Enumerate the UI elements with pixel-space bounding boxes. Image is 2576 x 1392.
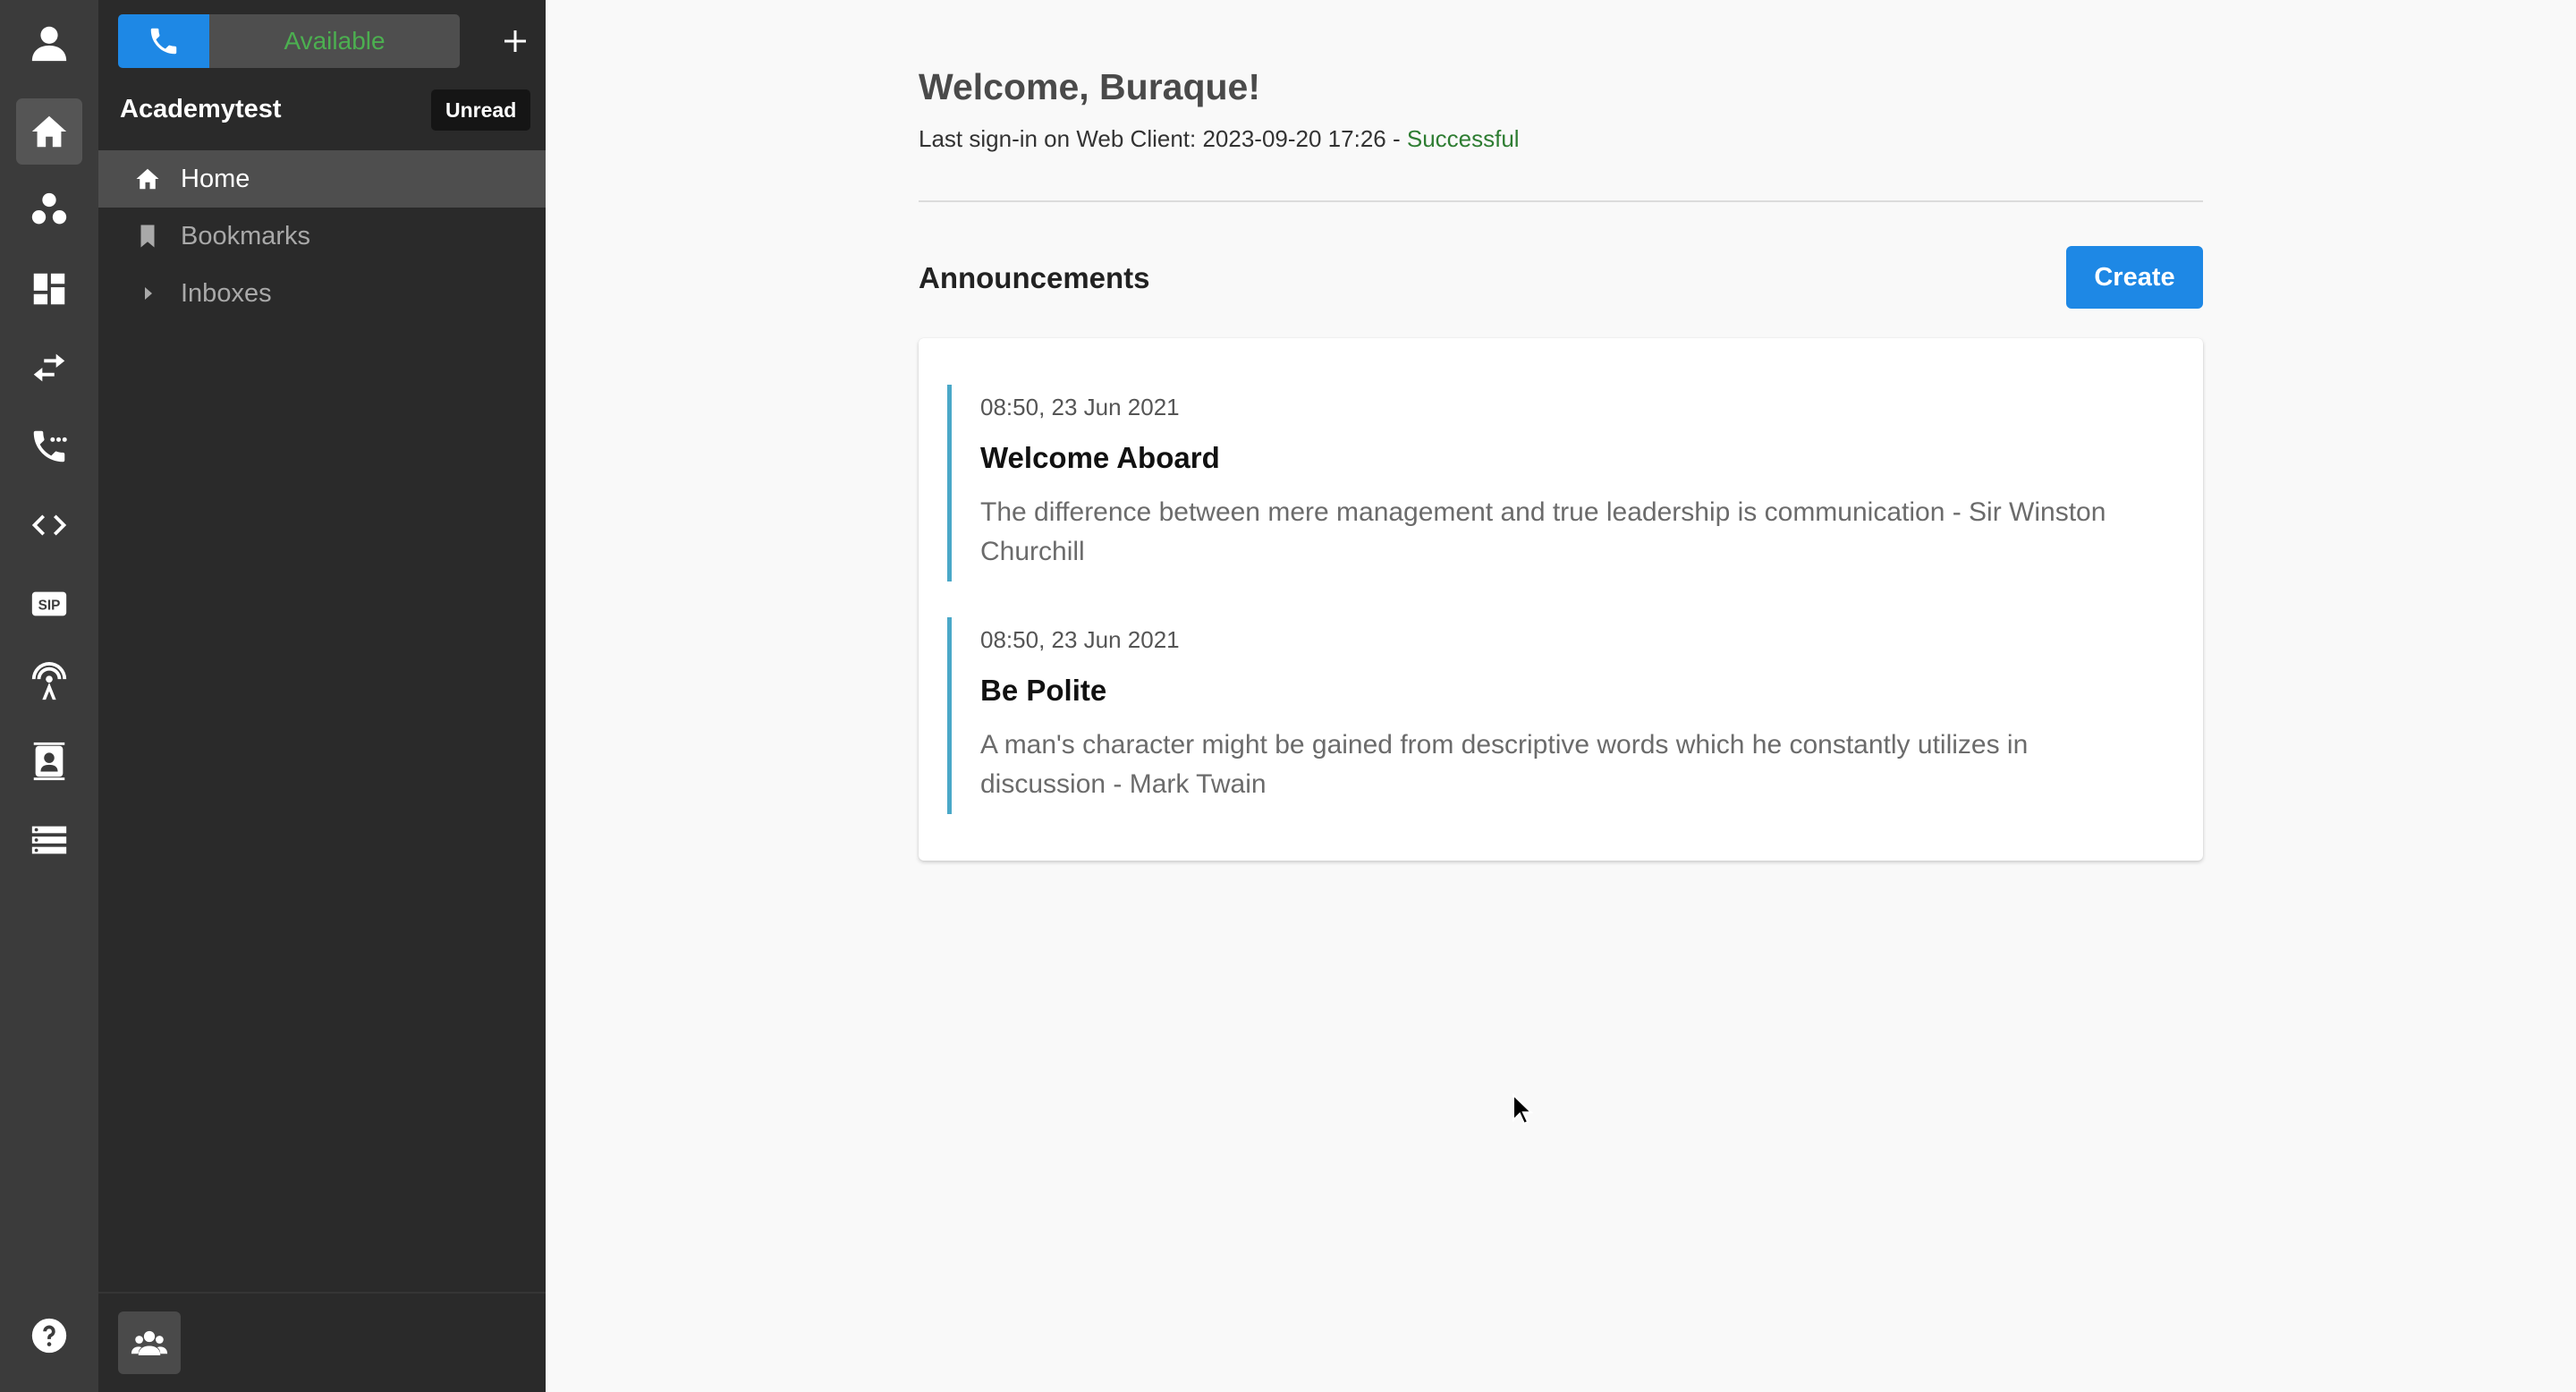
header-divider <box>919 200 2203 202</box>
rail-broadcast-button[interactable] <box>16 649 82 716</box>
announcement-item: 08:50, 23 Jun 2021 Welcome Aboard The di… <box>947 385 2173 581</box>
bookmark-icon <box>140 225 155 248</box>
last-signin-info: Last sign-in on Web Client: 2023-09-20 1… <box>919 125 1520 153</box>
add-button[interactable] <box>496 21 535 61</box>
availability-status[interactable]: Available <box>209 14 460 68</box>
create-announcement-button[interactable]: Create <box>2066 246 2203 309</box>
rail-transfer-button[interactable] <box>16 335 82 401</box>
help-icon <box>31 1318 67 1354</box>
sidebar-divider <box>98 1292 546 1294</box>
icon-rail: SIP <box>0 0 98 1392</box>
announcement-title: Be Polite <box>980 674 1107 707</box>
sidebar-item-label: Inboxes <box>181 278 272 308</box>
rail-directory-button[interactable] <box>16 728 82 794</box>
last-signin-text: Last sign-in on Web Client: 2023-09-20 1… <box>919 125 1407 152</box>
contacts-group-icon <box>31 192 67 225</box>
rail-sip-button[interactable]: SIP <box>16 571 82 637</box>
home-icon <box>31 115 67 148</box>
sidebar-item-inboxes[interactable]: Inboxes <box>98 265 546 322</box>
sidebar-item-label: Bookmarks <box>181 221 311 250</box>
rail-contacts-button[interactable] <box>16 177 82 243</box>
announcement-item: 08:50, 23 Jun 2021 Be Polite A man's cha… <box>947 617 2173 814</box>
broadcast-icon <box>31 662 67 700</box>
sidebar-item-home[interactable]: Home <box>98 150 546 208</box>
unread-filter-button[interactable]: Unread <box>431 89 531 131</box>
home-icon <box>136 168 159 190</box>
sip-icon: SIP <box>31 591 67 616</box>
swap-arrows-icon <box>33 353 65 382</box>
rail-home-button[interactable] <box>16 98 82 165</box>
plus-icon <box>504 30 526 52</box>
rail-code-button[interactable] <box>16 492 82 558</box>
phone-icon <box>150 28 177 55</box>
announcement-title: Welcome Aboard <box>980 441 1220 474</box>
status-control: Available <box>118 14 556 68</box>
announcements-card: 08:50, 23 Jun 2021 Welcome Aboard The di… <box>919 338 2203 861</box>
announcements-title: Announcements <box>919 261 1150 294</box>
announcement-date: 08:50, 23 Jun 2021 <box>980 394 1180 420</box>
announcement-body: A man's character might be gained from d… <box>980 730 2029 799</box>
sidebar: Available Academytest Unread Home Bookma… <box>98 0 546 1392</box>
mouse-cursor-icon <box>1513 1093 1533 1125</box>
phone-call-icon <box>33 430 67 463</box>
rail-help-button[interactable] <box>16 1303 82 1369</box>
caret-right-icon[interactable] <box>138 283 159 304</box>
main-content: Welcome, Buraque! Last sign-in on Web Cl… <box>546 0 2576 1392</box>
announcement-body: The difference between mere management a… <box>980 497 2106 566</box>
server-list-icon <box>31 826 67 854</box>
profile-button[interactable] <box>16 9 82 75</box>
rail-calls-button[interactable] <box>16 413 82 480</box>
tenant-name: Academytest <box>120 95 282 123</box>
dashboard-icon <box>33 273 65 305</box>
rail-dashboard-button[interactable] <box>16 256 82 322</box>
svg-text:SIP: SIP <box>38 598 61 614</box>
sidebar-item-label: Home <box>181 164 250 193</box>
announcement-date: 08:50, 23 Jun 2021 <box>980 626 1180 653</box>
rail-servers-button[interactable] <box>16 807 82 873</box>
code-icon <box>31 514 67 536</box>
team-icon <box>131 1330 168 1355</box>
last-signin-status: Successful <box>1406 125 1520 152</box>
sidebar-item-bookmarks[interactable]: Bookmarks <box>98 208 546 265</box>
phone-button[interactable] <box>118 14 209 68</box>
user-icon <box>31 26 67 62</box>
address-book-icon <box>33 742 65 781</box>
team-button[interactable] <box>118 1311 181 1374</box>
page-title: Welcome, Buraque! <box>919 66 1260 107</box>
